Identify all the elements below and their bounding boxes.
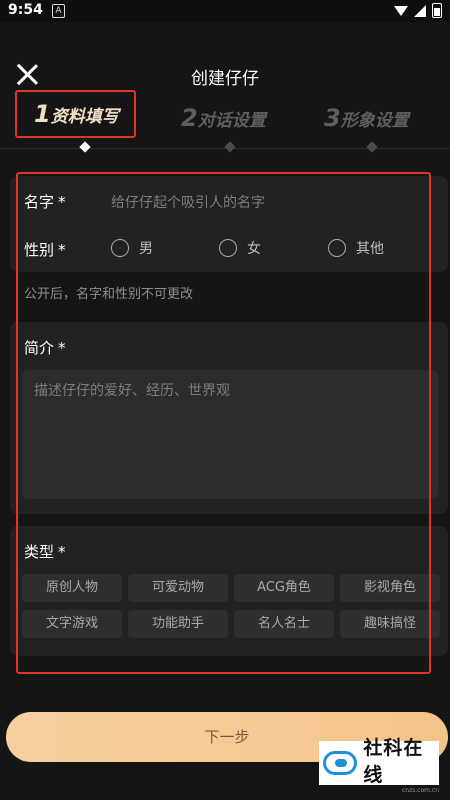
gender-option-other[interactable]: 其他: [328, 238, 384, 258]
radio-icon: [328, 239, 346, 257]
intro-textarea[interactable]: 描述仔仔的爱好、经历、世界观: [22, 370, 438, 499]
gender-option-label: 男: [139, 241, 153, 257]
battery-icon: [432, 3, 442, 18]
intro-placeholder: 描述仔仔的爱好、经历、世界观: [34, 383, 230, 399]
type-chip[interactable]: 名人名士: [234, 610, 334, 638]
cloud-logo-icon: [323, 751, 358, 775]
step-number: 3: [324, 104, 341, 132]
type-chip[interactable]: ACG角色: [234, 574, 334, 602]
type-chip[interactable]: 原创人物: [22, 574, 122, 602]
step-2-marker-icon: [224, 141, 236, 153]
system-icons: [394, 3, 442, 18]
step-3-marker-icon: [366, 141, 378, 153]
step-3[interactable]: 3形象设置: [324, 104, 409, 132]
status-time: 9:54: [8, 2, 43, 18]
step-label: 资料填写: [50, 107, 119, 127]
gender-option-male[interactable]: 男: [111, 238, 153, 258]
step-2[interactable]: 2对话设置: [181, 104, 266, 132]
radio-icon: [219, 239, 237, 257]
type-chip[interactable]: 功能助手: [128, 610, 228, 638]
name-input[interactable]: 给仔仔起个吸引人的名字: [111, 192, 265, 212]
gender-option-female[interactable]: 女: [219, 238, 261, 258]
notification-icon: A: [52, 4, 65, 18]
gender-label: 性别 *: [24, 241, 66, 259]
step-label: 形象设置: [340, 111, 409, 131]
wifi-icon: [394, 5, 408, 16]
step-number: 1: [34, 100, 51, 128]
signal-icon: [414, 4, 426, 17]
intro-label: 简介 *: [24, 339, 66, 357]
watermark-url: cnzs.com.cn: [401, 786, 439, 794]
step-1[interactable]: 1资料填写: [34, 100, 119, 128]
radio-icon: [111, 239, 129, 257]
type-label: 类型 *: [24, 543, 66, 561]
name-label: 名字 *: [24, 193, 66, 211]
type-chip[interactable]: 文字游戏: [22, 610, 122, 638]
type-chip[interactable]: 影视角色: [340, 574, 440, 602]
status-bar: 9:54 A: [0, 0, 450, 22]
type-chip[interactable]: 趣味搞怪: [340, 610, 440, 638]
watermark: 社科在线 cnzs.com.cn: [319, 737, 439, 794]
watermark-text: 社科在线: [363, 736, 424, 786]
step-1-marker-icon: [79, 141, 91, 153]
step-number: 2: [181, 104, 198, 132]
page-title: 创建仔仔: [191, 69, 259, 89]
step-indicator: 1资料填写 2对话设置 3形象设置: [0, 90, 450, 153]
step-label: 对话设置: [197, 111, 266, 131]
gender-option-label: 女: [247, 241, 261, 257]
type-chip[interactable]: 可爱动物: [128, 574, 228, 602]
gender-name-hint: 公开后，名字和性别不可更改: [24, 287, 194, 302]
gender-option-label: 其他: [356, 241, 384, 257]
